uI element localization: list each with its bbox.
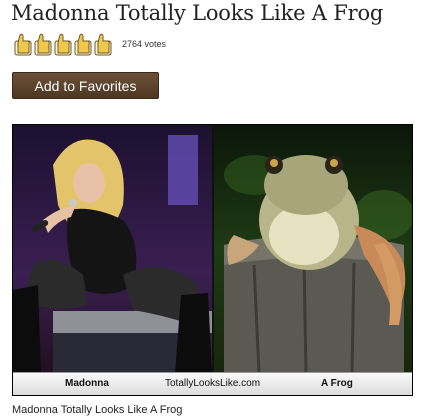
thumbs-up-icon[interactable] xyxy=(14,33,32,56)
add-to-favorites-button[interactable]: Add to Favorites xyxy=(12,72,159,99)
rating-widget: 2764 votes xyxy=(14,31,166,57)
caption-bar: Madonna TotallyLooksLike.com A Frog xyxy=(13,372,412,395)
vote-count: 2764 votes xyxy=(122,39,167,49)
caption-site: TotallyLooksLike.com xyxy=(165,378,261,389)
caption-right: A Frog xyxy=(321,378,353,389)
image-caption-link[interactable]: Madonna Totally Looks Like A Frog xyxy=(12,404,182,416)
comparison-image: Madonna TotallyLooksLike.com A Frog xyxy=(12,124,413,396)
thumbs-up-icon[interactable] xyxy=(74,33,92,56)
frog-photo xyxy=(214,125,412,373)
madonna-photo xyxy=(13,125,212,373)
caption-left: Madonna xyxy=(65,378,109,389)
thumbs-up-icon[interactable] xyxy=(54,33,72,56)
thumbs-up-icon[interactable] xyxy=(34,33,52,56)
thumbs-up-icon[interactable] xyxy=(94,33,112,56)
page-title: Madonna Totally Looks Like A Frog xyxy=(11,1,384,25)
